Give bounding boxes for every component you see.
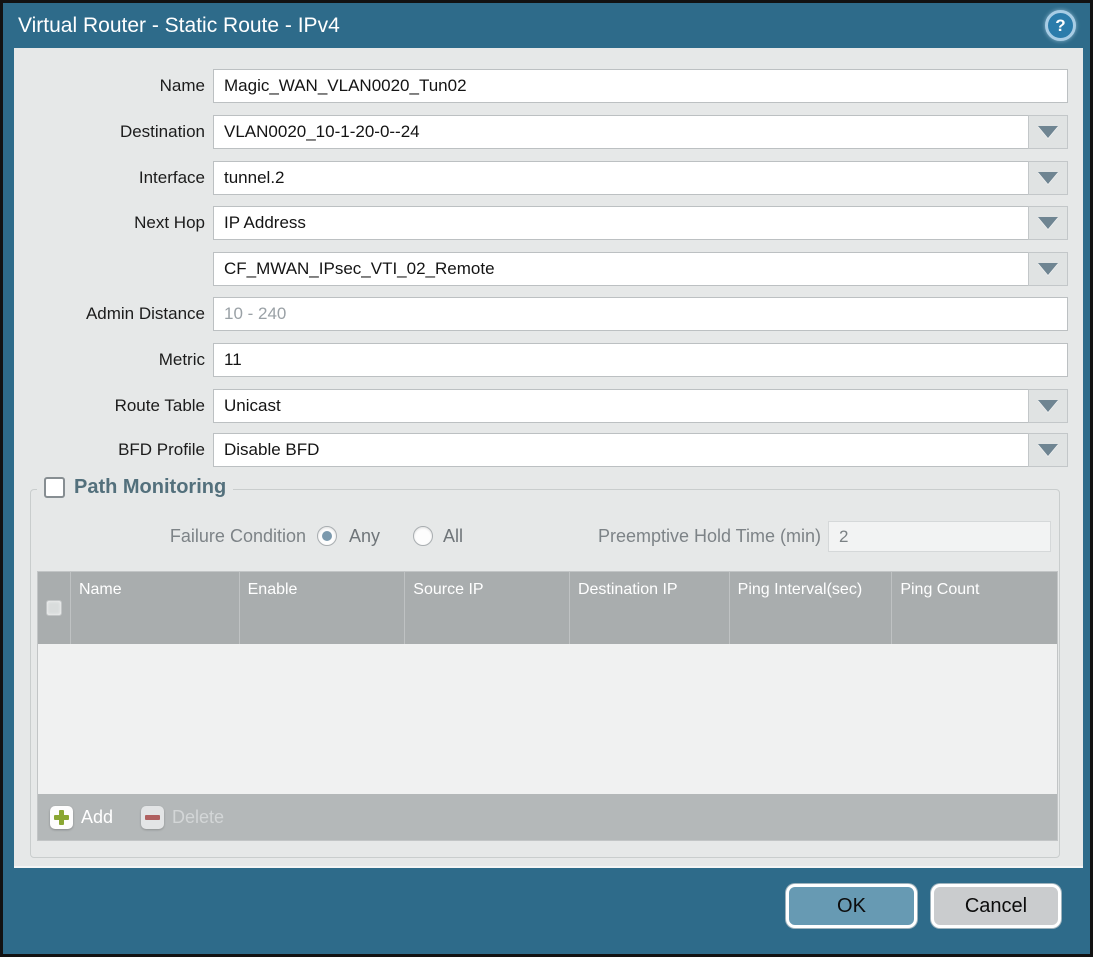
chevron-down-icon <box>1038 400 1058 412</box>
column-header-name[interactable]: Name <box>70 572 239 644</box>
bfd-profile-dropdown-button[interactable] <box>1028 433 1068 467</box>
column-header-source-ip[interactable]: Source IP <box>404 572 569 644</box>
static-route-dialog: Virtual Router - Static Route - IPv4 ? N… <box>0 0 1093 957</box>
chevron-down-icon <box>1038 444 1058 456</box>
table-footer-bar: Add Delete <box>38 794 1057 840</box>
path-monitoring-legend: Path Monitoring <box>37 476 233 499</box>
route-table-combo <box>213 389 1068 423</box>
delete-button-label: Delete <box>172 807 224 828</box>
row-destination: Destination <box>14 115 1083 149</box>
next-hop-address-combo <box>213 252 1068 286</box>
path-monitoring-title: Path Monitoring <box>74 476 226 499</box>
route-table-label: Route Table <box>14 389 205 423</box>
next-hop-address-input[interactable] <box>213 252 1068 286</box>
cancel-button-label: Cancel <box>965 895 1027 918</box>
destination-label: Destination <box>14 115 205 149</box>
row-metric: Metric <box>14 343 1083 377</box>
column-header-destination-ip[interactable]: Destination IP <box>569 572 729 644</box>
bfd-profile-label: BFD Profile <box>14 433 205 467</box>
interface-dropdown-button[interactable] <box>1028 161 1068 195</box>
destination-dropdown-button[interactable] <box>1028 115 1068 149</box>
row-admin-distance: Admin Distance <box>14 297 1083 331</box>
next-hop-address-label <box>14 252 205 286</box>
name-label: Name <box>14 69 205 103</box>
plus-icon <box>50 806 73 829</box>
delete-button[interactable]: Delete <box>141 806 224 829</box>
admin-distance-input[interactable] <box>213 297 1068 331</box>
interface-combo <box>213 161 1068 195</box>
cancel-button[interactable]: Cancel <box>931 884 1061 928</box>
dialog-title: Virtual Router - Static Route - IPv4 <box>18 14 340 38</box>
help-icon[interactable]: ? <box>1045 10 1076 41</box>
destination-combo <box>213 115 1068 149</box>
admin-distance-label: Admin Distance <box>14 297 205 331</box>
dialog-body: Name Destination Interface <box>14 48 1083 868</box>
add-button[interactable]: Add <box>50 806 113 829</box>
metric-label: Metric <box>14 343 205 377</box>
row-bfd-profile: BFD Profile <box>14 433 1083 467</box>
chevron-down-icon <box>1038 263 1058 275</box>
path-monitoring-table: Name Enable Source IP Destination IP Pin… <box>37 571 1058 841</box>
route-table-dropdown-button[interactable] <box>1028 389 1068 423</box>
ok-button-label: OK <box>837 895 866 918</box>
destination-input[interactable] <box>213 115 1068 149</box>
minus-icon <box>141 806 164 829</box>
bfd-profile-input[interactable] <box>213 433 1068 467</box>
row-next-hop-address <box>14 252 1083 286</box>
failure-condition-row: Failure Condition Any All Preemptive Hol… <box>31 519 1059 553</box>
bfd-profile-combo <box>213 433 1068 467</box>
next-hop-address-dropdown-button[interactable] <box>1028 252 1068 286</box>
column-header-enable[interactable]: Enable <box>239 572 405 644</box>
interface-input[interactable] <box>213 161 1068 195</box>
chevron-down-icon <box>1038 217 1058 229</box>
path-monitoring-checkbox[interactable] <box>44 477 65 498</box>
ok-button[interactable]: OK <box>786 884 917 928</box>
failure-condition-all-label: All <box>443 519 463 553</box>
add-button-label: Add <box>81 807 113 828</box>
metric-input[interactable] <box>213 343 1068 377</box>
next-hop-dropdown-button[interactable] <box>1028 206 1068 240</box>
preemptive-hold-input[interactable] <box>828 521 1051 552</box>
failure-condition-label: Failure Condition <box>31 519 306 553</box>
next-hop-input[interactable] <box>213 206 1068 240</box>
select-all-checkbox[interactable] <box>46 600 62 616</box>
failure-condition-any-label: Any <box>349 519 380 553</box>
chevron-down-icon <box>1038 126 1058 138</box>
table-header-row: Name Enable Source IP Destination IP Pin… <box>38 572 1057 644</box>
interface-label: Interface <box>14 161 205 195</box>
name-input[interactable] <box>213 69 1068 103</box>
column-header-ping-interval[interactable]: Ping Interval(sec) <box>729 572 892 644</box>
route-table-input[interactable] <box>213 389 1068 423</box>
chevron-down-icon <box>1038 172 1058 184</box>
row-name: Name <box>14 69 1083 103</box>
row-next-hop: Next Hop <box>14 206 1083 240</box>
table-body-empty <box>38 644 1057 794</box>
path-monitoring-section: Path Monitoring Failure Condition Any Al… <box>30 489 1060 858</box>
title-bar: Virtual Router - Static Route - IPv4 ? <box>3 3 1090 48</box>
preemptive-hold-label: Preemptive Hold Time (min) <box>511 519 821 553</box>
help-glyph: ? <box>1055 16 1065 36</box>
select-all-header-cell <box>38 572 70 644</box>
next-hop-combo <box>213 206 1068 240</box>
next-hop-label: Next Hop <box>14 206 205 240</box>
failure-condition-all-radio[interactable] <box>413 526 433 546</box>
column-header-ping-count[interactable]: Ping Count <box>891 572 1057 644</box>
row-interface: Interface <box>14 161 1083 195</box>
failure-condition-any-radio[interactable] <box>317 526 337 546</box>
row-route-table: Route Table <box>14 389 1083 423</box>
